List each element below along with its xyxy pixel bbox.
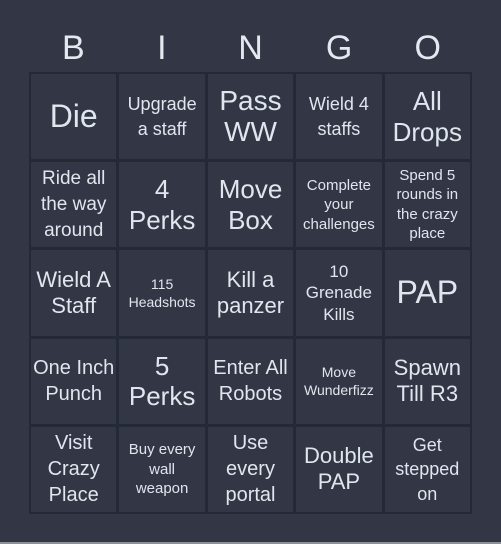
bingo-cell[interactable]: Wield 4 staffs — [296, 74, 382, 160]
bingo-cell[interactable]: All Drops — [384, 74, 470, 160]
header-letter-o: O — [414, 29, 441, 67]
bingo-cell[interactable]: 10 Grenade Kills — [296, 250, 382, 336]
bingo-cell[interactable]: Enter All Robots — [207, 338, 294, 424]
bingo-board: Die Upgrade a staff Pass WW Wield 4 staf… — [29, 72, 472, 514]
bingo-cell[interactable]: Double PAP — [296, 426, 382, 512]
header-letter-g: G — [325, 29, 353, 67]
bingo-cell[interactable]: PAP — [384, 250, 470, 336]
bingo-cell[interactable]: Ride all the way around — [31, 162, 117, 248]
bingo-cell[interactable]: Get stepped on — [384, 426, 470, 512]
header-letter-n: N — [238, 29, 263, 67]
bingo-cell[interactable]: Move Wunderfizz — [296, 338, 382, 424]
bingo-cell[interactable]: Kill a panzer — [207, 250, 294, 336]
bingo-header: B I N G O — [29, 28, 472, 68]
bingo-cell[interactable]: Spawn Till R3 — [384, 338, 470, 424]
bingo-cell[interactable]: Move Box — [207, 162, 294, 248]
bingo-cell[interactable]: One Inch Punch — [31, 338, 117, 424]
header-letter-i: I — [157, 29, 167, 67]
bingo-cell[interactable]: Complete your challenges — [296, 162, 382, 248]
bingo-cell[interactable]: Spend 5 rounds in the crazy place — [384, 162, 470, 248]
bingo-cell[interactable]: Wield A Staff — [31, 250, 117, 336]
header-letter-b: B — [61, 29, 85, 67]
bingo-cell[interactable]: Use every portal — [207, 426, 294, 512]
bingo-cell[interactable]: Visit Crazy Place — [31, 426, 117, 512]
bingo-cell[interactable]: Pass WW — [207, 74, 294, 160]
bingo-cell[interactable]: Die — [31, 74, 117, 160]
bingo-cell[interactable]: Buy every wall weapon — [119, 426, 205, 512]
bingo-cell[interactable]: 5 Perks — [119, 338, 205, 424]
bingo-cell[interactable]: 4 Perks — [119, 162, 205, 248]
bingo-cell[interactable]: 115 Headshots — [119, 250, 205, 336]
bingo-cell[interactable]: Upgrade a staff — [119, 74, 205, 160]
